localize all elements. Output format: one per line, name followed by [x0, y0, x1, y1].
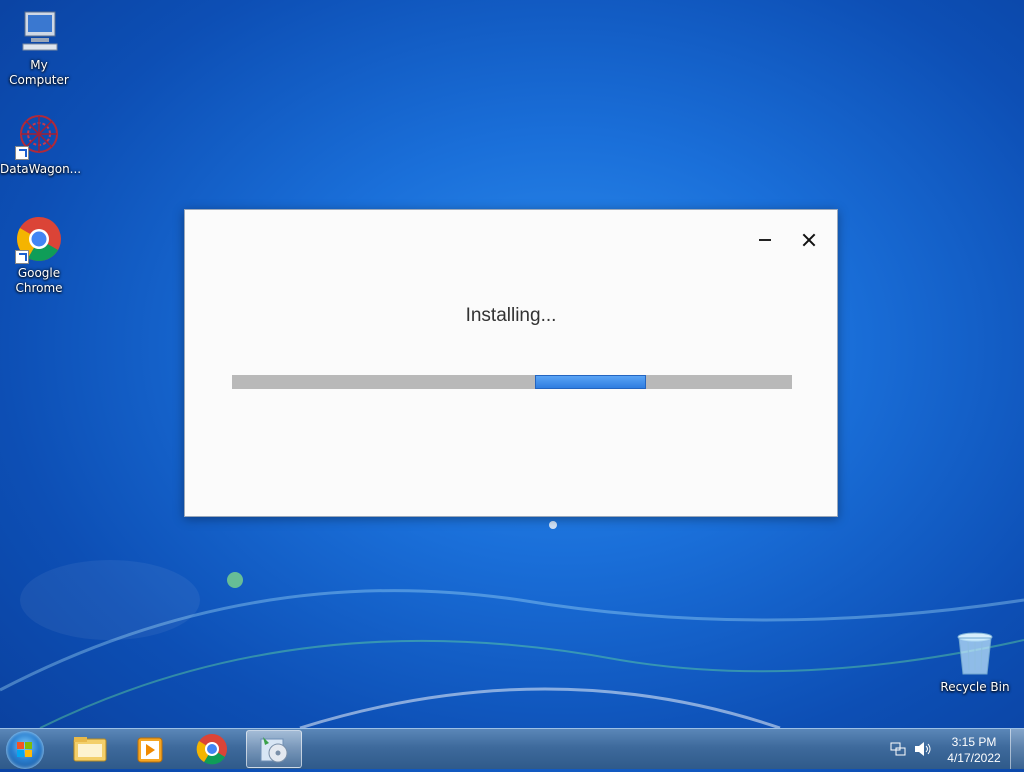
installer-dialog: Installing...: [184, 209, 838, 517]
close-button[interactable]: [795, 226, 823, 254]
taskbar-chrome[interactable]: [184, 730, 240, 768]
media-player-icon: [137, 737, 163, 763]
desktop-icon-recycle-bin[interactable]: Recycle Bin: [936, 630, 1014, 695]
chrome-icon: [196, 734, 227, 765]
clock-date: 4/17/2022: [947, 751, 1001, 765]
windows-explorer-icon: [73, 737, 107, 762]
progress-bar: [232, 375, 792, 389]
shortcut-arrow-icon: [15, 146, 29, 160]
desktop-icon-label: DataWagon...: [0, 162, 82, 176]
taskbar-installer[interactable]: [246, 730, 302, 768]
desktop-icon-google-chrome[interactable]: Google Chrome: [0, 216, 78, 296]
show-desktop-button[interactable]: [1010, 729, 1024, 769]
shortcut-arrow-icon: [15, 250, 29, 264]
volume-icon[interactable]: [914, 741, 932, 757]
installer-icon: [260, 737, 288, 763]
windows-logo-icon: [17, 742, 33, 758]
desktop-icon-datawagon[interactable]: DataWagon...: [0, 112, 82, 177]
desktop-icon-label: Google Chrome: [15, 266, 63, 295]
recycle-bin-icon: [951, 630, 999, 678]
system-clock[interactable]: 3:15 PM 4/17/2022: [940, 734, 1008, 766]
taskbar-media-player[interactable]: [122, 730, 178, 768]
installing-status-text: Installing...: [465, 305, 557, 326]
taskbar-explorer[interactable]: [62, 730, 118, 768]
clock-time: 3:15 PM: [951, 735, 997, 749]
network-icon[interactable]: [890, 741, 906, 757]
minimize-button[interactable]: [751, 226, 779, 254]
desktop-icon-my-computer[interactable]: My Computer: [0, 8, 78, 88]
chrome-icon: [15, 216, 63, 264]
computer-icon: [15, 8, 63, 56]
progress-marquee-chunk: [535, 375, 646, 389]
taskbar: 3:15 PM 4/17/2022: [0, 728, 1024, 769]
datawagon-icon: [15, 112, 63, 160]
desktop-icon-label: My Computer: [9, 58, 69, 87]
desktop-icon-label: Recycle Bin: [940, 680, 1010, 694]
start-button[interactable]: [6, 731, 44, 769]
